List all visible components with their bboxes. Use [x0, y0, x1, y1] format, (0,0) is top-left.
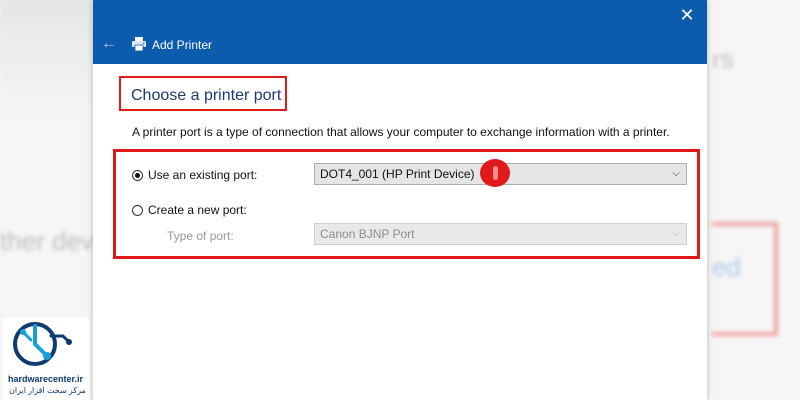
existing-port-radio[interactable]: [132, 169, 143, 181]
close-icon[interactable]: ✕: [675, 3, 699, 27]
title-bar: ✕ ← Add Printer: [93, 0, 707, 64]
new-port-option[interactable]: Create a new port:: [132, 203, 247, 217]
background-ghost-text: rs: [712, 44, 734, 74]
new-port-radio[interactable]: [132, 204, 143, 216]
chevron-down-icon: ⌵: [672, 228, 680, 239]
page-description: A printer port is a type of connection t…: [132, 125, 670, 139]
page-title: Choose a printer port: [131, 87, 282, 104]
existing-port-label: Use an existing port:: [148, 168, 258, 182]
circuit-logo-icon: [13, 322, 72, 366]
port-type-select: Canon BJNP Port ⌵: [314, 223, 687, 245]
watermark-logo: hardwarecenter.ir مرکز سخت افزار ایران: [3, 318, 89, 400]
add-printer-dialog: ✕ ← Add Printer Choose a printer port A …: [93, 0, 707, 400]
existing-port-option[interactable]: Use an existing port:: [132, 168, 257, 182]
watermark-site: hardwarecenter.ir: [8, 374, 84, 384]
window-title: Add Printer: [152, 38, 213, 52]
existing-port-value: DOT4_001 (HP Print Device): [320, 167, 475, 181]
port-type-label: Type of port:: [167, 229, 234, 243]
chevron-down-icon: ⌵: [672, 168, 680, 179]
new-port-label: Create a new port:: [148, 203, 247, 217]
printer-icon: [132, 37, 146, 52]
port-type-value: Canon BJNP Port: [320, 227, 415, 241]
background-ghost-text: ther dev: [0, 226, 94, 256]
back-arrow-icon[interactable]: ←: [99, 34, 119, 54]
background-highlight-box: [712, 222, 778, 336]
watermark-tagline: مرکز سخت افزار ایران: [9, 386, 86, 395]
click-indicator: [480, 159, 510, 187]
